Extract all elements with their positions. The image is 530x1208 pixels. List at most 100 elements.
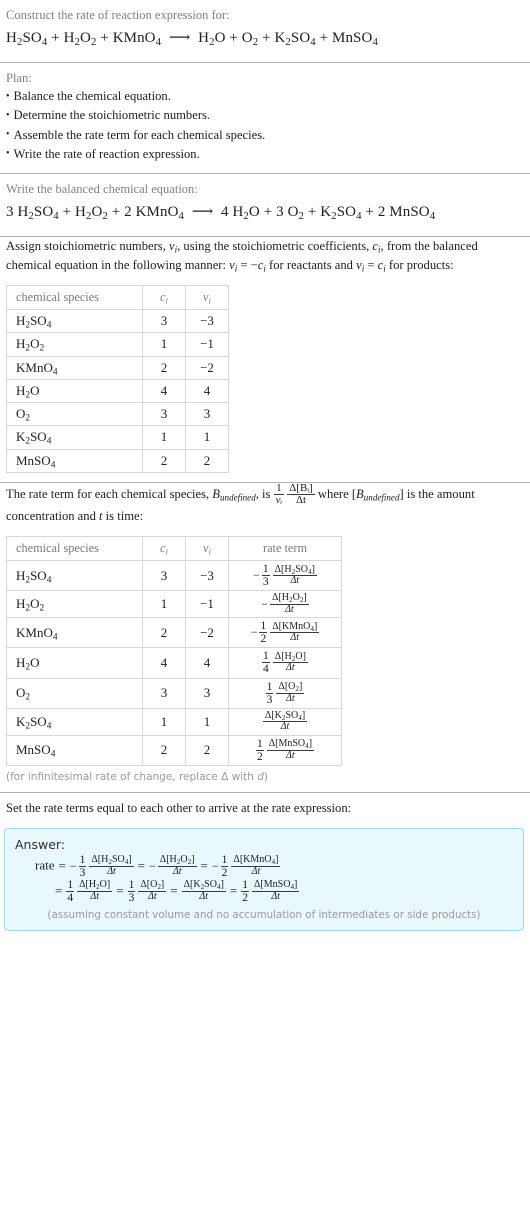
column-header-rate-term: rate term (228, 535, 342, 562)
cell-rate-term: −1 3 Δ[H2SO4] Δt (228, 560, 342, 592)
cell-rate-term: 1 4 Δ[H2O] Δt (228, 647, 342, 679)
plan-step-list: Balance the chemical equation. Determine… (6, 87, 524, 164)
cell-c: 1 (142, 425, 186, 450)
final-section: Set the rate terms equal to each other t… (0, 793, 530, 818)
infinitesimal-note: (for infinitesimal rate of change, repla… (6, 768, 524, 783)
table-row: H2SO4 3 −3 (6, 309, 229, 334)
cell-species: O2 (6, 402, 143, 427)
column-header-c: ci (142, 284, 186, 311)
column-header-c: ci (142, 535, 186, 562)
cell-nu: −1 (185, 590, 229, 619)
problem-equation-text: H2SO4 + H2O2 + KMnO4 ⟶ H2O + O2 + K2SO4 … (6, 30, 378, 49)
cell-species: H2O (6, 647, 143, 679)
cell-species: K2SO4 (6, 425, 143, 450)
table-row: KMnO4 2 −2−1 2 Δ[KMnO4] Δt (6, 617, 342, 649)
table-row: O2 3 3 (6, 402, 229, 427)
answer-label: Answer: (15, 836, 66, 852)
plan-section: Plan: Balance the chemical equation. Det… (0, 63, 530, 164)
cell-species: O2 (6, 677, 143, 709)
rate-term-intro-text: The rate term for each chemical species,… (6, 481, 475, 523)
balanced-equation-prompt: Write the balanced chemical equation: (6, 181, 198, 196)
cell-c: 2 (142, 448, 186, 473)
plan-step: Assemble the rate term for each chemical… (6, 126, 524, 145)
cell-species: KMnO4 (6, 617, 143, 649)
cell-rate-term: Δ[K2SO4] Δt (228, 707, 342, 736)
cell-c: 2 (142, 355, 186, 380)
cell-nu: 4 (185, 378, 229, 404)
cell-c: 3 (142, 560, 186, 592)
cell-nu: −3 (185, 309, 229, 334)
plan-title: Plan: (6, 71, 32, 86)
cell-rate-term: − Δ[H2O2] Δt (228, 590, 342, 619)
answer-expression-row-2: = 1 4 Δ[H2O] Δt = 1 3 Δ[O2] Δt = Δ[K2SO4] Δt = 1 2 Δ[MnS… (35, 879, 513, 904)
problem-header: Construct the rate of reaction expressio… (0, 0, 530, 53)
cell-c: 3 (142, 677, 186, 709)
table-row: K2SO4 1 1 (6, 425, 229, 450)
table-row: H2O2 1 −1 (6, 332, 229, 357)
rate-term-table: chemical species ci νi rate term H2SO4 3−… (6, 535, 342, 766)
cell-nu: −1 (185, 332, 229, 357)
rate-term-table-body: H2SO4 3 −3−1 3 Δ[H2SO4] Δt H2O2 1 −1− Δ[H2O2] Δt KM… (6, 560, 342, 766)
cell-species: H2SO4 (6, 560, 143, 592)
answer-box: Answer: rate = −1 3 Δ[H2SO4] Δt = − Δ[H2O2] Δt = −1… (4, 827, 524, 931)
cell-nu: −3 (185, 560, 229, 592)
answer-row2-content: = 1 4 Δ[H2O] Δt = 1 3 Δ[O2] Δt = Δ[K2SO4] Δt = 1 2 Δ[MnS… (55, 878, 300, 904)
cell-nu: 4 (185, 647, 229, 679)
cell-nu: 2 (185, 734, 229, 766)
table-row: KMnO4 2 −2 (6, 355, 229, 380)
table-row: H2O 4 4 (6, 378, 229, 404)
stoichiometric-section: Assign stoichiometric numbers, νi, using… (0, 237, 530, 473)
column-header-nu: νi (185, 284, 229, 311)
cell-species: H2O2 (6, 590, 143, 619)
stoichiometric-intro-text: Assign stoichiometric numbers, νi, using… (6, 238, 478, 274)
cell-c: 4 (142, 378, 186, 404)
answer-row1-content: rate = −1 3 Δ[H2SO4] Δt = − Δ[H2O2] Δt = −1 2 Δ[KMnO4… (35, 853, 281, 879)
cell-rate-term: 1 3 Δ[O2] Δt (228, 677, 342, 709)
rate-term-intro: The rate term for each chemical species,… (6, 481, 524, 526)
column-header-species: chemical species (6, 284, 143, 311)
final-prompt: Set the rate terms equal to each other t… (6, 800, 352, 815)
table-row: MnSO4 2 2 1 2 Δ[MnSO4] Δt (6, 734, 342, 766)
table-row: H2O 4 4 1 4 Δ[H2O] Δt (6, 647, 342, 679)
rate-term-section: The rate term for each chemical species,… (0, 481, 530, 783)
cell-c: 3 (142, 309, 186, 334)
cell-c: 3 (142, 402, 186, 427)
table-row: MnSO4 2 2 (6, 448, 229, 473)
balanced-equation-text: 3 H2SO4 + H2O2 + 2 KMnO4 ⟶ 4 H2O + 3 O2 … (6, 203, 436, 222)
cell-c: 2 (142, 617, 186, 649)
cell-nu: 3 (185, 402, 229, 427)
table-row: H2O2 1 −1− Δ[H2O2] Δt (6, 590, 342, 619)
cell-nu: 2 (185, 448, 229, 473)
stoichiometric-intro: Assign stoichiometric numbers, νi, using… (6, 237, 524, 275)
cell-nu: −2 (185, 355, 229, 380)
answer-assumption-note: (assuming constant volume and no accumul… (47, 908, 481, 921)
stoichiometric-table: chemical species ci νi H2SO4 3 −3 H2O2 1 −1 KM… (6, 284, 229, 473)
problem-equation: H2SO4 + H2O2 + KMnO4 ⟶ H2O + O2 + K2SO4 … (6, 24, 524, 53)
plan-step: Determine the stoichiometric numbers. (6, 106, 524, 125)
cell-nu: 1 (185, 707, 229, 736)
table-header-row: chemical species ci νi rate term (6, 535, 342, 562)
cell-rate-term: 1 2 Δ[MnSO4] Δt (228, 734, 342, 766)
cell-species: H2O2 (6, 332, 143, 357)
table-header-row: chemical species ci νi (6, 284, 229, 311)
problem-prompt: Construct the rate of reaction expressio… (6, 8, 230, 22)
infinitesimal-note-text: (for infinitesimal rate of change, repla… (6, 770, 269, 783)
answer-expression: rate = −1 3 Δ[H2SO4] Δt = − Δ[H2O2] Δt = −1 2 Δ[KMnO4… (15, 854, 513, 904)
cell-nu: −2 (185, 617, 229, 649)
balanced-equation-section: Write the balanced chemical equation: 3 … (0, 174, 530, 227)
cell-species: H2SO4 (6, 309, 143, 334)
cell-species: MnSO4 (6, 734, 143, 766)
stoichiometric-table-body: H2SO4 3 −3 H2O2 1 −1 KMnO4 2 −2 H2O 4 4 O2 3 3 K2SO4 1 1 M… (6, 309, 229, 473)
cell-c: 4 (142, 647, 186, 679)
cell-species: MnSO4 (6, 448, 143, 473)
column-header-nu: νi (185, 535, 229, 562)
answer-expression-row-1: rate = −1 3 Δ[H2SO4] Δt = − Δ[H2O2] Δt = −1 2 Δ[KMnO4… (35, 854, 513, 879)
cell-c: 1 (142, 590, 186, 619)
cell-species: K2SO4 (6, 707, 143, 736)
plan-step: Write the rate of reaction expression. (6, 145, 524, 164)
step-by-step-solution-page: Construct the rate of reaction expressio… (0, 0, 530, 931)
cell-nu: 1 (185, 425, 229, 450)
balanced-equation: 3 H2SO4 + H2O2 + 2 KMnO4 ⟶ 4 H2O + 3 O2 … (6, 198, 524, 227)
table-row: K2SO4 1 1 Δ[K2SO4] Δt (6, 707, 342, 736)
cell-species: H2O (6, 378, 143, 404)
